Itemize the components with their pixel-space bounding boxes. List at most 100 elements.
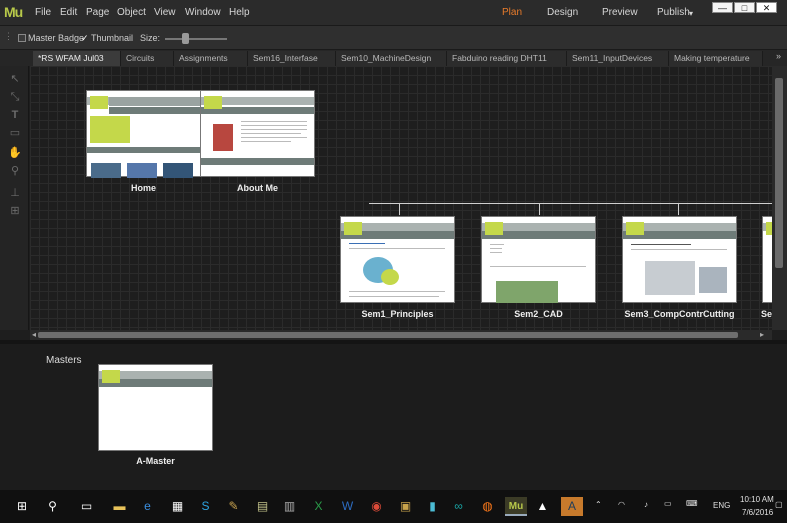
- tab-sem11[interactable]: Sem11_InputDevices: [567, 51, 669, 66]
- plan-horizontal-scrollbar[interactable]: [30, 330, 772, 340]
- publish-dropdown-icon[interactable]: ▾: [689, 9, 693, 18]
- master-thumb-a[interactable]: [98, 364, 213, 451]
- minimize-button[interactable]: —: [712, 2, 733, 13]
- action-center-icon[interactable]: ▢: [775, 500, 783, 509]
- excel-icon[interactable]: X: [309, 497, 328, 516]
- size-slider-track[interactable]: [165, 38, 227, 40]
- arduino-icon[interactable]: ∞: [449, 497, 468, 516]
- thumb-footer-band: [201, 158, 314, 165]
- plan-connector-sem1: [399, 203, 400, 215]
- thumb-text-line: [349, 296, 439, 297]
- autodesk-icon[interactable]: A: [561, 497, 583, 516]
- tab-fabduino[interactable]: Fabduino reading DHT11: [447, 51, 567, 66]
- thumb-header-band: [109, 107, 202, 114]
- thumbnail-checkbox[interactable]: ✓: [81, 33, 89, 44]
- tools-panel: ↖ ⤡ T ▭ ✋ ⚲ ⊥ ⊞: [0, 66, 29, 330]
- options-bar: ⋮ Master Badge ✓ Thumbnail Size:: [0, 26, 787, 50]
- muse-app-window: Mu File Edit Page Object View Window Hel…: [0, 0, 787, 523]
- size-slider-knob[interactable]: [182, 33, 189, 44]
- edge-browser-icon[interactable]: e: [138, 497, 157, 516]
- mode-publish[interactable]: Publish: [657, 7, 690, 18]
- text-tool-icon[interactable]: T: [8, 108, 22, 122]
- scroll-right-icon[interactable]: ▸: [760, 330, 764, 339]
- clock-time[interactable]: 10:10 AM: [740, 495, 774, 504]
- hand-tool-icon[interactable]: ✋: [8, 146, 22, 160]
- page-thumb-sem1[interactable]: [340, 216, 455, 303]
- app-icon-4[interactable]: ▮: [423, 497, 442, 516]
- task-view-icon[interactable]: ▭: [77, 497, 96, 516]
- page-thumb-partial[interactable]: [762, 216, 772, 303]
- zoom-tool-icon[interactable]: ⚲: [8, 164, 22, 178]
- page-thumb-home[interactable]: [86, 90, 202, 178]
- rectangle-tool-icon[interactable]: ▭: [8, 126, 22, 140]
- volume-icon[interactable]: ♪: [644, 500, 648, 509]
- search-icon[interactable]: ⚲: [43, 497, 62, 516]
- align-tool-icon[interactable]: ⊥: [8, 186, 22, 200]
- thumb-cad-image: [496, 281, 558, 303]
- tabs-overflow-icon[interactable]: »: [776, 51, 781, 61]
- page-thumb-about[interactable]: [200, 90, 315, 177]
- tab-rs-wfam[interactable]: *RS WFAM Jul03: [33, 51, 121, 66]
- menu-page[interactable]: Page: [86, 7, 109, 18]
- thumb-logo-box: [485, 222, 503, 235]
- mode-preview[interactable]: Preview: [602, 7, 638, 18]
- tab-making-temperature[interactable]: Making temperature: [669, 51, 763, 66]
- tray-chevron-icon[interactable]: ⌃: [595, 500, 602, 509]
- page-label-about: About Me: [237, 183, 278, 193]
- chrome-icon[interactable]: ◉: [367, 497, 386, 516]
- mode-design[interactable]: Design: [547, 7, 578, 18]
- horizontal-scroll-thumb[interactable]: [38, 332, 738, 338]
- thumb-text-line: [241, 125, 307, 126]
- menu-bar: Mu File Edit Page Object View Window Hel…: [0, 0, 787, 26]
- crop-tool-icon[interactable]: ⤡: [8, 90, 22, 104]
- firefox-icon[interactable]: ◍: [478, 497, 497, 516]
- masters-heading: Masters: [46, 355, 82, 366]
- store-icon[interactable]: ▦: [168, 497, 187, 516]
- app-icon-1[interactable]: ▤: [253, 497, 272, 516]
- skype-icon[interactable]: S: [196, 497, 215, 516]
- menu-edit[interactable]: Edit: [60, 7, 77, 18]
- wifi-icon[interactable]: ◠: [618, 500, 625, 509]
- tab-sem10[interactable]: Sem10_MachineDesign: [336, 51, 447, 66]
- app-icon-3[interactable]: ▣: [396, 497, 415, 516]
- plan-vertical-scrollbar[interactable]: [772, 66, 787, 330]
- thumb-text-line: [241, 137, 307, 138]
- thumb-logo-box: [344, 222, 362, 235]
- photos-icon[interactable]: ▲: [533, 497, 552, 516]
- vertical-scroll-thumb[interactable]: [775, 78, 783, 268]
- tab-circuits[interactable]: Circuits: [121, 51, 174, 66]
- app-icon-2[interactable]: ▥: [280, 497, 299, 516]
- menu-file[interactable]: File: [35, 7, 51, 18]
- page-thumb-sem2[interactable]: [481, 216, 596, 303]
- scroll-left-icon[interactable]: ◂: [32, 330, 36, 339]
- tab-assignments[interactable]: Assignments: [174, 51, 248, 66]
- keyboard-icon[interactable]: ⌨: [686, 499, 698, 508]
- clock-date[interactable]: 7/6/2016: [742, 508, 773, 517]
- message-icon[interactable]: ▭: [664, 499, 672, 508]
- menu-help[interactable]: Help: [229, 7, 250, 18]
- mode-plan[interactable]: Plan: [502, 7, 522, 18]
- thumb-logo-box: [102, 370, 120, 383]
- paint-icon[interactable]: ✎: [224, 497, 243, 516]
- muse-taskbar-icon[interactable]: Mu: [505, 497, 527, 516]
- maximize-button[interactable]: □: [734, 2, 755, 13]
- menu-view[interactable]: View: [154, 7, 176, 18]
- menu-object[interactable]: Object: [117, 7, 146, 18]
- page-thumb-sem3[interactable]: [622, 216, 737, 303]
- site-plan-canvas[interactable]: Home About Me Sem1_Principles Sem2_CAD S…: [30, 66, 772, 330]
- file-explorer-icon[interactable]: ▬: [110, 497, 129, 516]
- master-badge-checkbox[interactable]: [18, 34, 26, 42]
- resize-tool-icon[interactable]: ⊞: [8, 204, 22, 218]
- thumb-text-line: [631, 249, 727, 250]
- menu-window[interactable]: Window: [185, 7, 221, 18]
- close-button[interactable]: ✕: [756, 2, 777, 13]
- thumb-screenshot: [645, 261, 695, 295]
- language-indicator[interactable]: ENG: [713, 501, 730, 510]
- thumb-text-line: [349, 291, 445, 292]
- thumb-text-line: [490, 244, 504, 245]
- selection-tool-icon[interactable]: ↖: [8, 72, 22, 86]
- windows-start-icon[interactable]: ⊞: [13, 497, 31, 516]
- word-icon[interactable]: W: [338, 497, 357, 516]
- thumb-text-line: [349, 243, 385, 244]
- tab-sem16[interactable]: Sem16_Interfase: [248, 51, 336, 66]
